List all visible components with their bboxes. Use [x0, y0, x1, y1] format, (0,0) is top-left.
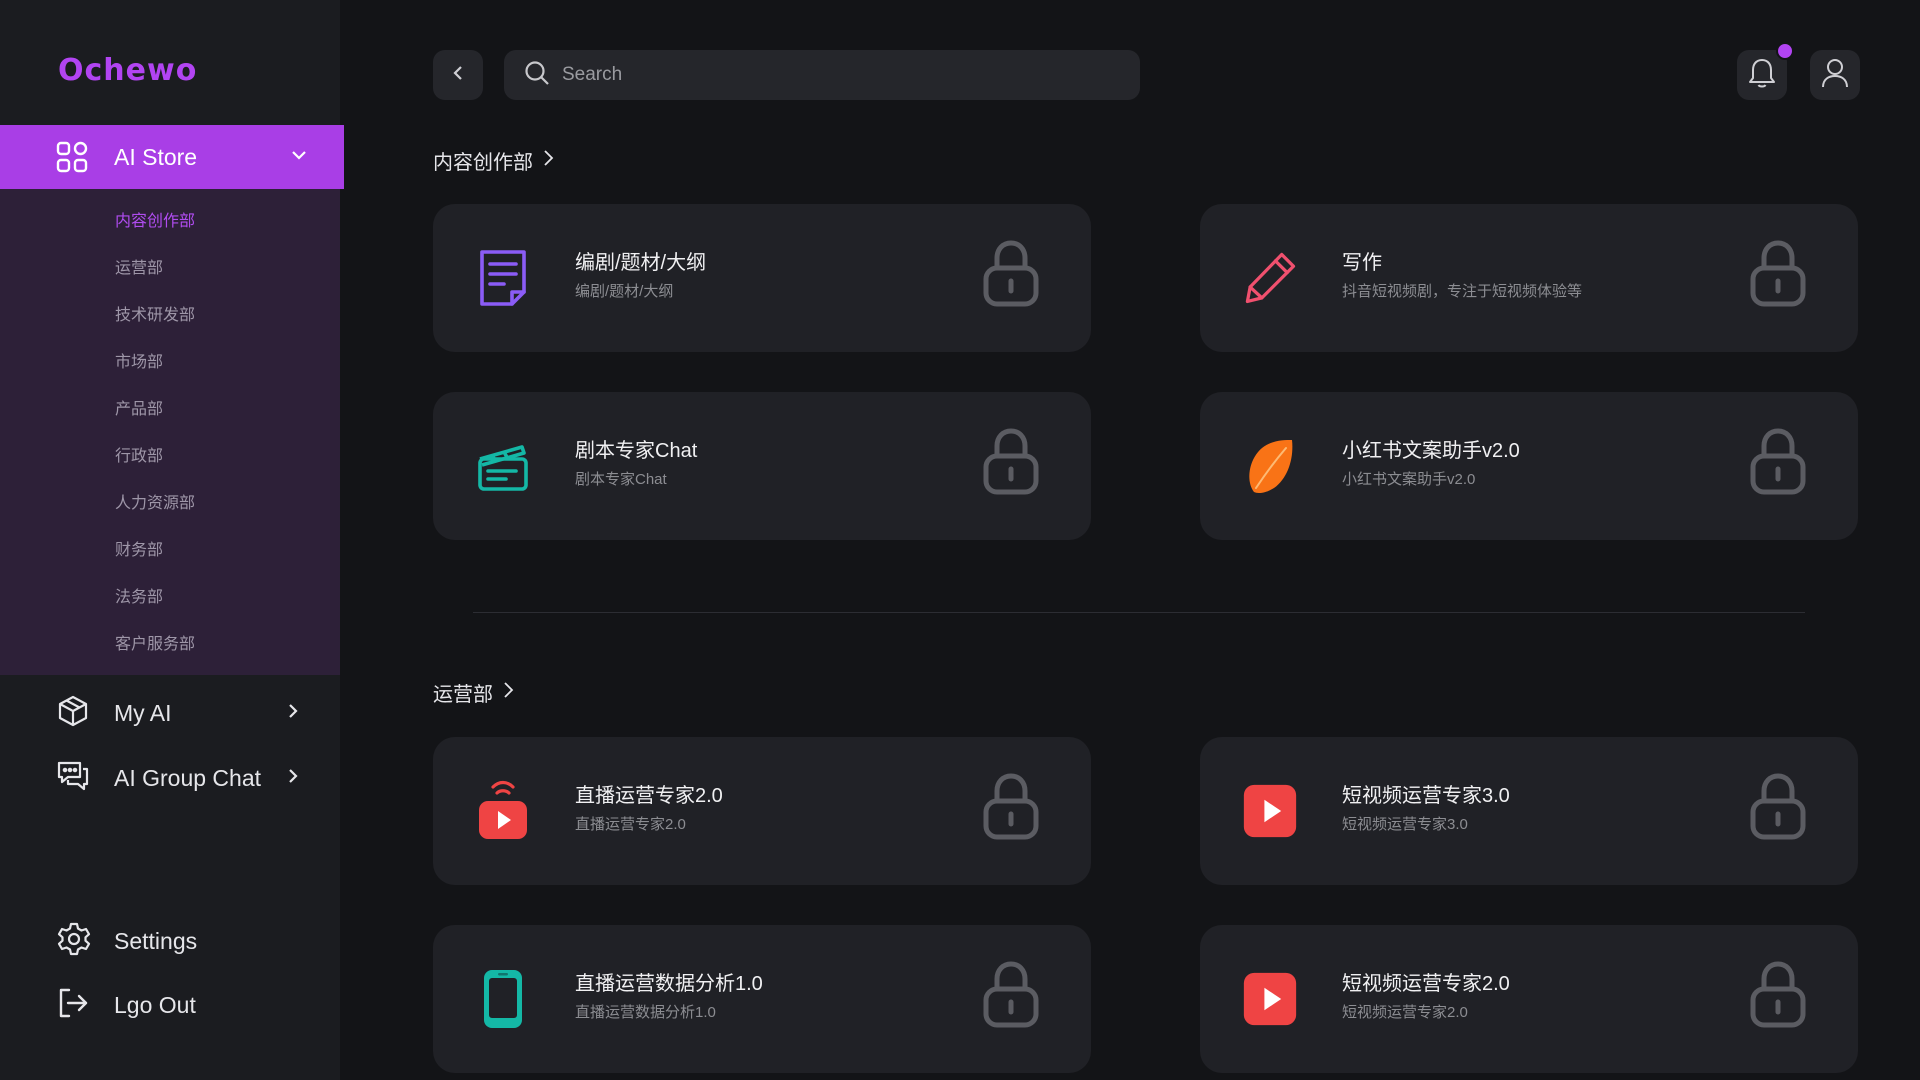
search-input[interactable] [562, 64, 1102, 86]
nav-logout[interactable]: Lgo Out [0, 978, 340, 1032]
nav-logout-label: Lgo Out [114, 991, 196, 1018]
back-icon [449, 64, 467, 87]
mobile-phone-icon [475, 965, 531, 1033]
chevron-right-icon [284, 767, 302, 790]
card-title: 小红书文案助手v2.0 [1342, 440, 1520, 462]
notification-badge [1776, 42, 1794, 60]
search-bar[interactable] [504, 50, 1140, 100]
bell-icon [1747, 57, 1777, 94]
chat-bubbles-icon [56, 759, 90, 798]
card-subtitle: 小红书文案助手v2.0 [1342, 471, 1476, 488]
lock-icon [981, 238, 1041, 313]
sidebar: Ochewo AI Store 内容创作部 运营部 技术研发部 市场部 产品部 … [0, 0, 344, 1080]
lock-icon [1748, 426, 1808, 501]
submenu-item-product[interactable]: 产品部 [115, 395, 163, 419]
section-title-text: 运营部 [433, 684, 493, 706]
document-icon [475, 244, 531, 312]
chevron-right-icon [501, 681, 515, 705]
agent-card-short-video-ops-3[interactable]: 短视频运营专家3.0 短视频运营专家3.0 [1200, 737, 1858, 885]
ai-store-submenu: 内容创作部 运营部 技术研发部 市场部 产品部 行政部 人力资源部 财务部 法务… [0, 189, 340, 675]
agent-card-writing[interactable]: 写作 抖音短视频剧，专注于短视频体验等 [1200, 204, 1858, 352]
card-title: 剧本专家Chat [575, 440, 698, 462]
submenu-item-administration[interactable]: 行政部 [115, 442, 163, 466]
clapperboard-icon [475, 432, 531, 500]
submenu-item-marketing[interactable]: 市场部 [115, 348, 163, 372]
card-title: 直播运营数据分析1.0 [575, 973, 763, 995]
card-subtitle: 直播运营数据分析1.0 [575, 1004, 716, 1021]
nav-my-ai-label: My AI [114, 699, 172, 726]
submenu-item-customer-service[interactable]: 客户服务部 [115, 630, 195, 654]
submenu-item-operations[interactable]: 运营部 [115, 254, 163, 278]
nav-ai-group-chat[interactable]: AI Group Chat [0, 751, 340, 805]
leaf-icon [1242, 432, 1298, 500]
chevron-right-icon [284, 702, 302, 725]
pencil-icon [1242, 244, 1298, 312]
brand-logo[interactable]: Ochewo [58, 52, 197, 88]
card-title: 短视频运营专家3.0 [1342, 785, 1510, 807]
card-subtitle: 直播运营专家2.0 [575, 816, 686, 833]
lock-icon [981, 771, 1041, 846]
submenu-item-hr[interactable]: 人力资源部 [115, 489, 195, 513]
nav-settings-label: Settings [114, 927, 198, 954]
card-title: 直播运营专家2.0 [575, 785, 723, 807]
grid-icon [56, 141, 88, 178]
lock-icon [981, 426, 1041, 501]
agent-card-screenwriting[interactable]: 编剧/题材/大纲 编剧/题材/大纲 [433, 204, 1091, 352]
card-subtitle: 编剧/题材/大纲 [575, 283, 674, 300]
chevron-down-icon [290, 146, 308, 169]
video-play-icon [1242, 777, 1298, 845]
agent-card-short-video-ops-2[interactable]: 短视频运营专家2.0 短视频运营专家2.0 [1200, 925, 1858, 1073]
nav-my-ai[interactable]: My AI [0, 686, 340, 740]
back-button[interactable] [433, 50, 483, 100]
notifications-button[interactable] [1737, 42, 1794, 100]
section-divider [473, 612, 1805, 613]
nav-ai-group-chat-label: AI Group Chat [114, 764, 262, 791]
search-icon [524, 60, 550, 91]
submenu-item-tech-rd[interactable]: 技术研发部 [115, 301, 195, 325]
section-title-text: 内容创作部 [433, 152, 533, 174]
section-title-content-creation[interactable]: 内容创作部 [433, 146, 555, 175]
nav-settings[interactable]: Settings [0, 914, 340, 968]
card-title: 写作 [1342, 252, 1382, 274]
agent-card-live-ops-expert[interactable]: 直播运营专家2.0 直播运营专家2.0 [433, 737, 1091, 885]
chevron-right-icon [541, 149, 555, 173]
submenu-item-finance[interactable]: 财务部 [115, 536, 163, 560]
user-profile-button[interactable] [1810, 50, 1860, 100]
nav-ai-store[interactable]: AI Store [0, 125, 344, 189]
card-title: 短视频运营专家2.0 [1342, 973, 1510, 995]
nav-ai-store-label: AI Store [114, 143, 198, 170]
agent-card-script-expert[interactable]: 剧本专家Chat 剧本专家Chat [433, 392, 1091, 540]
card-subtitle: 短视频运营专家2.0 [1342, 1004, 1468, 1021]
submenu-item-legal[interactable]: 法务部 [115, 583, 163, 607]
submenu-item-content-creation[interactable]: 内容创作部 [115, 207, 195, 231]
lock-icon [1748, 238, 1808, 313]
user-icon [1820, 57, 1850, 94]
main-content: 内容创作部 编剧/题材/大纲 编剧/题材/大纲 写作 抖音短视频剧，专注于短视频… [340, 0, 1920, 1080]
card-subtitle: 抖音短视频剧，专注于短视频体验等 [1342, 283, 1583, 300]
logo-text: Ochewo [58, 52, 198, 88]
agent-card-xiaohongshu-copy[interactable]: 小红书文案助手v2.0 小红书文案助手v2.0 [1200, 392, 1858, 540]
lock-icon [1748, 771, 1808, 846]
live-broadcast-icon [475, 777, 531, 845]
card-subtitle: 剧本专家Chat [575, 471, 667, 488]
gear-icon [56, 921, 92, 962]
card-title: 编剧/题材/大纲 [575, 252, 707, 274]
lock-icon [1748, 959, 1808, 1034]
lock-icon [981, 959, 1041, 1034]
cube-icon [56, 694, 90, 733]
video-play-icon [1242, 965, 1298, 1033]
card-subtitle: 短视频运营专家3.0 [1342, 816, 1468, 833]
section-title-operations[interactable]: 运营部 [433, 678, 515, 707]
logout-icon [56, 986, 90, 1025]
agent-card-live-data-analysis[interactable]: 直播运营数据分析1.0 直播运营数据分析1.0 [433, 925, 1091, 1073]
